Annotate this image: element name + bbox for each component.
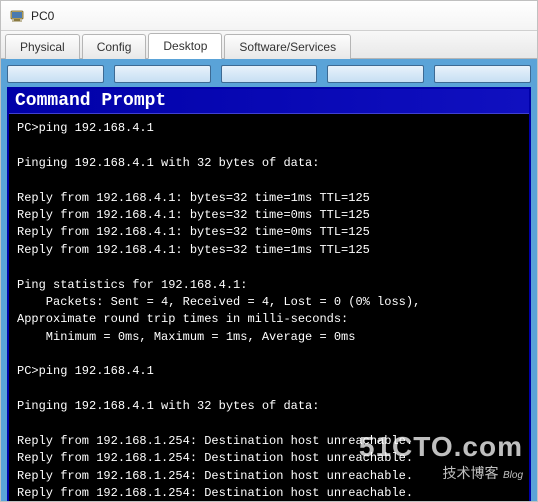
tab-desktop[interactable]: Desktop (148, 33, 222, 59)
app-icon (9, 8, 25, 24)
app-window: PC0 Physical Config Desktop Software/Ser… (0, 0, 538, 502)
tab-bar: Physical Config Desktop Software/Service… (1, 31, 537, 59)
tab-config[interactable]: Config (82, 34, 147, 59)
titlebar: PC0 (1, 1, 537, 31)
desktop-shortcut-row (7, 65, 531, 83)
command-prompt-output[interactable]: PC>ping 192.168.4.1 Pinging 192.168.4.1 … (9, 114, 529, 501)
tab-software-services[interactable]: Software/Services (224, 34, 351, 59)
desktop-shortcut[interactable] (434, 65, 531, 83)
desktop-shortcut[interactable] (114, 65, 211, 83)
desktop-shortcut[interactable] (7, 65, 104, 83)
command-prompt-title: Command Prompt (9, 89, 529, 114)
desktop-shortcut[interactable] (327, 65, 424, 83)
tab-physical[interactable]: Physical (5, 34, 80, 59)
window-title: PC0 (31, 9, 54, 23)
command-prompt-window: Command Prompt PC>ping 192.168.4.1 Pingi… (7, 87, 531, 501)
desktop-content: Command Prompt PC>ping 192.168.4.1 Pingi… (1, 59, 537, 501)
desktop-shortcut[interactable] (221, 65, 318, 83)
